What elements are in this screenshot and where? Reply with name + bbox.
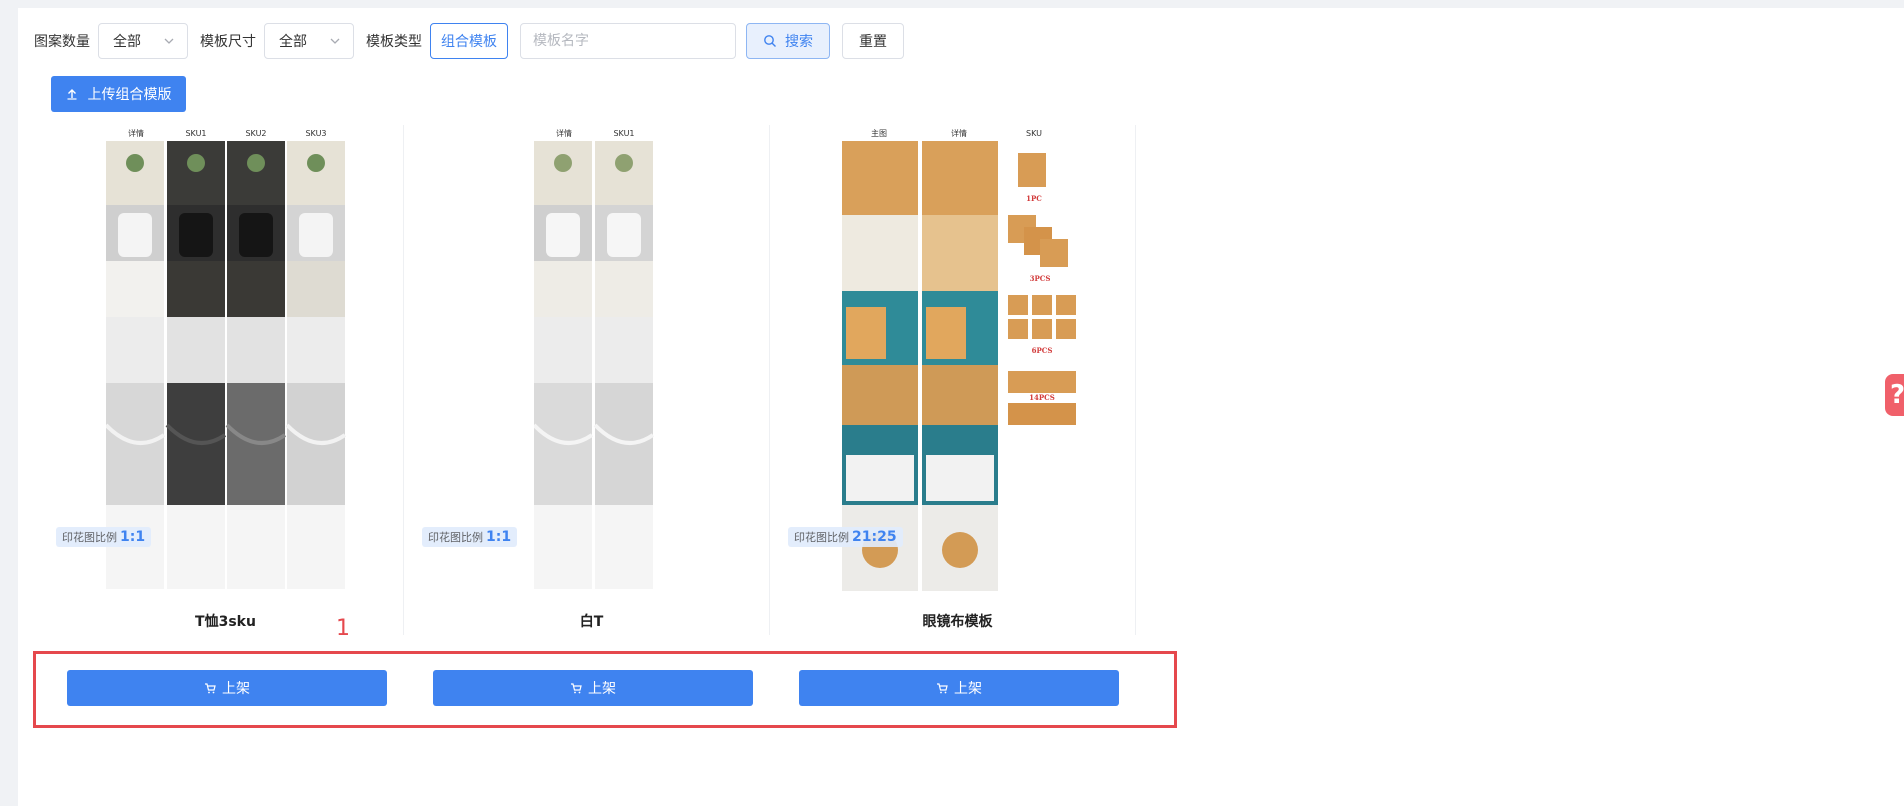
list-on-shelf-button[interactable]: 上架 [433,670,753,706]
upload-combo-template-button[interactable]: 上传组合模版 [51,76,186,112]
template-card-title: 白T [579,614,604,630]
column-label: 详情 [951,128,967,138]
upload-button-label: 上传组合模版 [87,87,172,103]
print-ratio-tag: 印花图比例 1:1 [422,527,518,547]
annotation-number: 1 [336,616,350,641]
template-preview-image: 详情 SKU1 SKU2 SKU3 [106,128,346,589]
search-button[interactable]: 搜索 [746,23,830,59]
template-card-title: 眼镜布模板 [922,614,993,630]
print-ratio-tag: 印花图比例 1:1 [56,527,152,547]
column-label: SKU3 [305,129,326,138]
cart-icon [205,683,216,694]
template-preview-image: 主图 详情 SKU 1PC 3PCS 6PCS 14PCS [842,128,1076,591]
sku-tag: 3PCS [1030,274,1051,283]
template-card[interactable]: 主图 详情 SKU 1PC 3PCS 6PCS 14PCS 印花图比例 21:2… [780,125,1136,635]
search-button-label: 搜索 [785,34,813,50]
help-float-button[interactable]: ? [1885,374,1904,416]
print-ratio-value: 1:1 [486,529,512,545]
column-label: 详情 [556,128,572,138]
print-ratio-label: 印花图比例 [62,531,117,544]
template-type-combo-button[interactable]: 组合模板 [430,23,508,59]
column-label: SKU [1026,129,1042,138]
pattern-count-select[interactable]: 全部 [98,23,188,59]
pattern-count-value: 全部 [113,34,141,50]
list-on-shelf-button[interactable]: 上架 [67,670,387,706]
upload-icon [67,89,76,100]
template-size-select[interactable]: 全部 [264,23,354,59]
column-label: 详情 [128,128,144,138]
template-card[interactable]: 详情 SKU1 印花图比例 1:1 白T [414,125,770,635]
print-ratio-value: 1:1 [120,529,146,545]
column-label: 主图 [871,128,887,138]
pattern-count-label: 图案数量 [34,34,90,50]
template-type-label: 模板类型 [366,34,422,50]
column-label: SKU2 [245,129,266,138]
template-preview-image: 详情 SKU1 [534,128,654,589]
cart-icon [571,683,582,694]
sku-tag: 6PCS [1032,346,1053,355]
template-size-value: 全部 [279,34,307,50]
sku-tag: 1PC [1026,194,1042,203]
help-icon: ? [1890,380,1904,410]
template-name-input[interactable] [520,23,736,59]
list-on-shelf-label: 上架 [222,681,250,697]
column-label: SKU1 [185,129,206,138]
list-on-shelf-label: 上架 [588,681,616,697]
list-on-shelf-label: 上架 [954,681,982,697]
reset-button[interactable]: 重置 [842,23,904,59]
print-ratio-tag: 印花图比例 21:25 [788,527,903,547]
template-size-label: 模板尺寸 [200,34,256,50]
print-ratio-label: 印花图比例 [794,531,849,544]
cart-icon [937,683,948,694]
print-ratio-label: 印花图比例 [428,531,483,544]
column-label: SKU1 [613,129,634,138]
list-on-shelf-button[interactable]: 上架 [799,670,1119,706]
filter-bar: 图案数量 全部 模板尺寸 全部 模板类型 组合模板 搜索 重置 [34,22,904,60]
search-icon [764,35,776,47]
chevron-down-icon [164,38,174,44]
chevron-down-icon [330,38,340,44]
sku-tag: 14PCS [1029,393,1055,402]
template-card[interactable]: 详情 SKU1 SKU2 SKU3 印花图比例 1:1 T恤3sku [48,125,404,635]
print-ratio-value: 21:25 [852,529,897,545]
